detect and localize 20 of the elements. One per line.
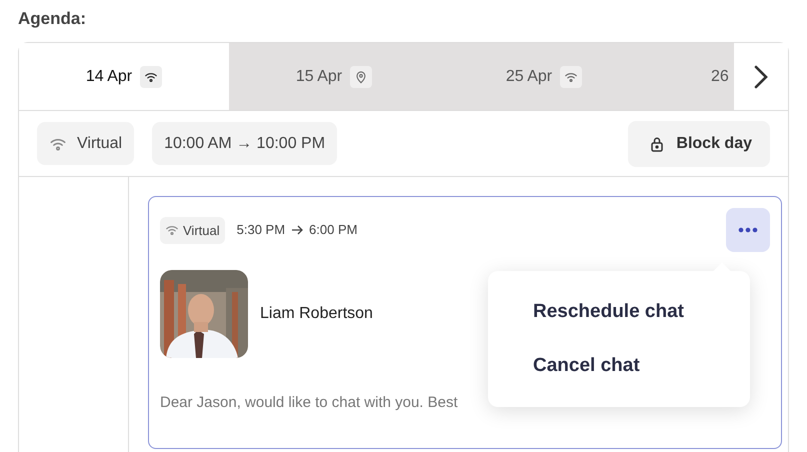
lock-icon xyxy=(650,136,664,152)
more-button[interactable] xyxy=(726,208,770,252)
section-title: Agenda: xyxy=(18,8,87,30)
date-tab[interactable]: 15 Apr xyxy=(229,43,439,110)
chevron-right-icon xyxy=(754,64,768,88)
person-name: Liam Robertson xyxy=(260,305,373,323)
mode-chip: Virtual xyxy=(37,122,134,165)
menu-item[interactable]: Reschedule chat xyxy=(488,285,750,339)
chat-message: Dear Jason, would like to chat with you. Best xyxy=(160,394,459,411)
end-time: 6:00 PM xyxy=(309,222,358,238)
menu-item[interactable]: Cancel chat xyxy=(488,339,750,393)
wifi-icon xyxy=(165,223,179,237)
date-tab[interactable]: 26 xyxy=(649,43,734,110)
location-pin-icon xyxy=(354,70,368,84)
more-icon xyxy=(738,227,758,233)
start-time: 5:30 PM xyxy=(236,222,286,238)
mode-tag: Virtual xyxy=(160,216,225,244)
hours-chip: 10:00 AM → 10:00 PM xyxy=(152,122,338,165)
block-day-button[interactable]: Block day xyxy=(628,120,770,166)
date-tab[interactable]: 25 Apr xyxy=(439,43,649,110)
